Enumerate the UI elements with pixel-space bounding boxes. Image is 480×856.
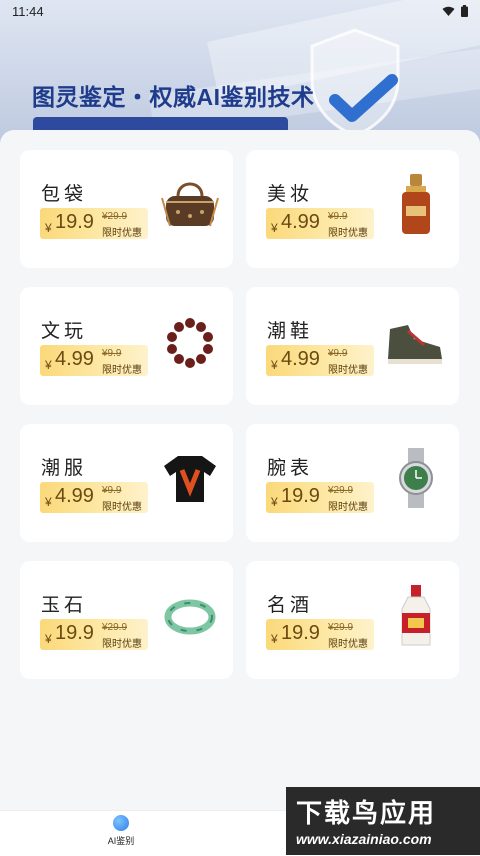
bead-bracelet-icon [167,318,213,368]
category-name: 美妆 [267,184,314,205]
original-price: ¥29.9 [102,622,128,633]
category-card-beauty[interactable]: 美妆 ¥ 4.99 ¥9.9 限时优惠 [246,150,459,268]
price-badge: ¥ 19.9 ¥29.9 限时优惠 [40,619,148,650]
price-badge: ¥ 19.9 ¥29.9 限时优惠 [266,619,374,650]
promo-tag: 限时优惠 [102,639,142,650]
category-card-collectibles[interactable]: 文玩 ¥ 4.99 ¥9.9 限时优惠 [20,287,233,405]
category-card-streetwear[interactable]: 潮服 ¥ 4.99 ¥9.9 限时优惠 [20,424,233,542]
status-time: 11:44 [12,4,44,19]
promo-tag: 限时优惠 [328,365,368,376]
current-price: 19.9 [281,622,320,644]
price-badge: ¥ 4.99 ¥9.9 限时优惠 [266,345,374,376]
category-name: 潮服 [41,458,88,479]
category-card-sneakers[interactable]: 潮鞋 ¥ 4.99 ¥9.9 限时优惠 [246,287,459,405]
original-price: ¥29.9 [102,211,128,222]
category-name: 腕表 [267,458,314,479]
watermark: 下载鸟应用 www.xiazainiao.com [286,787,480,855]
shield-check-icon [310,28,400,138]
price-badge: ¥ 4.99 ¥9.9 限时优惠 [40,345,148,376]
current-price: 19.9 [281,485,320,507]
original-price: ¥29.9 [328,622,354,633]
category-card-jade[interactable]: 玉石 ¥ 19.9 ¥29.9 限时优惠 [20,561,233,679]
category-sheet: 包袋 ¥ 19.9 ¥29.9 限时优惠 美妆 ¥ 4.99 ¥9.9 限时优惠 [0,130,480,810]
price-badge: ¥ 4.99 ¥9.9 限时优惠 [40,482,148,513]
current-price: 4.99 [55,348,94,370]
price-badge: ¥ 4.99 ¥9.9 限时优惠 [266,208,374,239]
price-badge: ¥ 19.9 ¥29.9 限时优惠 [266,482,374,513]
category-name: 文玩 [41,321,88,342]
promo-tag: 限时优惠 [102,228,142,239]
price-badge: ¥ 19.9 ¥29.9 限时优惠 [40,208,148,239]
original-price: ¥9.9 [102,348,122,359]
current-price: 19.9 [55,211,94,233]
sneaker-icon [388,325,442,364]
category-name: 包袋 [41,184,88,205]
watermark-url: www.xiazainiao.com [296,831,432,847]
original-price: ¥29.9 [328,485,354,496]
category-name: 潮鞋 [267,321,314,342]
battery-icon [461,5,468,17]
original-price: ¥9.9 [102,485,122,496]
status-bar: 11:44 [0,0,480,24]
promo-tag: 限时优惠 [328,502,368,513]
category-card-watch[interactable]: 腕表 ¥ 19.9 ¥29.9 限时优惠 [246,424,459,542]
current-price: 4.99 [281,348,320,370]
tshirt-icon [164,456,216,502]
handbag-icon [161,182,219,227]
jade-bangle-icon [164,599,216,635]
original-price: ¥9.9 [328,211,348,222]
category-name: 名酒 [267,595,314,616]
promo-tag: 限时优惠 [328,639,368,650]
nav-item-ai-appraisal[interactable]: AI鉴别 [96,815,146,847]
serum-bottle-icon [402,174,430,234]
promo-tag: 限时优惠 [102,502,142,513]
original-price: ¥9.9 [328,348,348,359]
watermark-title: 下载鸟应用 [296,798,437,828]
wifi-icon [442,6,455,16]
promo-tag: 限时优惠 [328,228,368,239]
ai-appraisal-icon [113,815,129,831]
current-price: 4.99 [55,485,94,507]
liquor-bottle-icon [401,585,431,646]
current-price: 19.9 [55,622,94,644]
category-card-bag[interactable]: 包袋 ¥ 19.9 ¥29.9 限时优惠 [20,150,233,268]
hero-title: 图灵鉴定・权威AI鉴别技术 [32,84,315,110]
category-card-liquor[interactable]: 名酒 ¥ 19.9 ¥29.9 限时优惠 [246,561,459,679]
watch-icon [399,448,433,508]
category-name: 玉石 [41,595,88,616]
current-price: 4.99 [281,211,320,233]
promo-tag: 限时优惠 [102,365,142,376]
nav-item-label: AI鉴别 [107,836,135,846]
